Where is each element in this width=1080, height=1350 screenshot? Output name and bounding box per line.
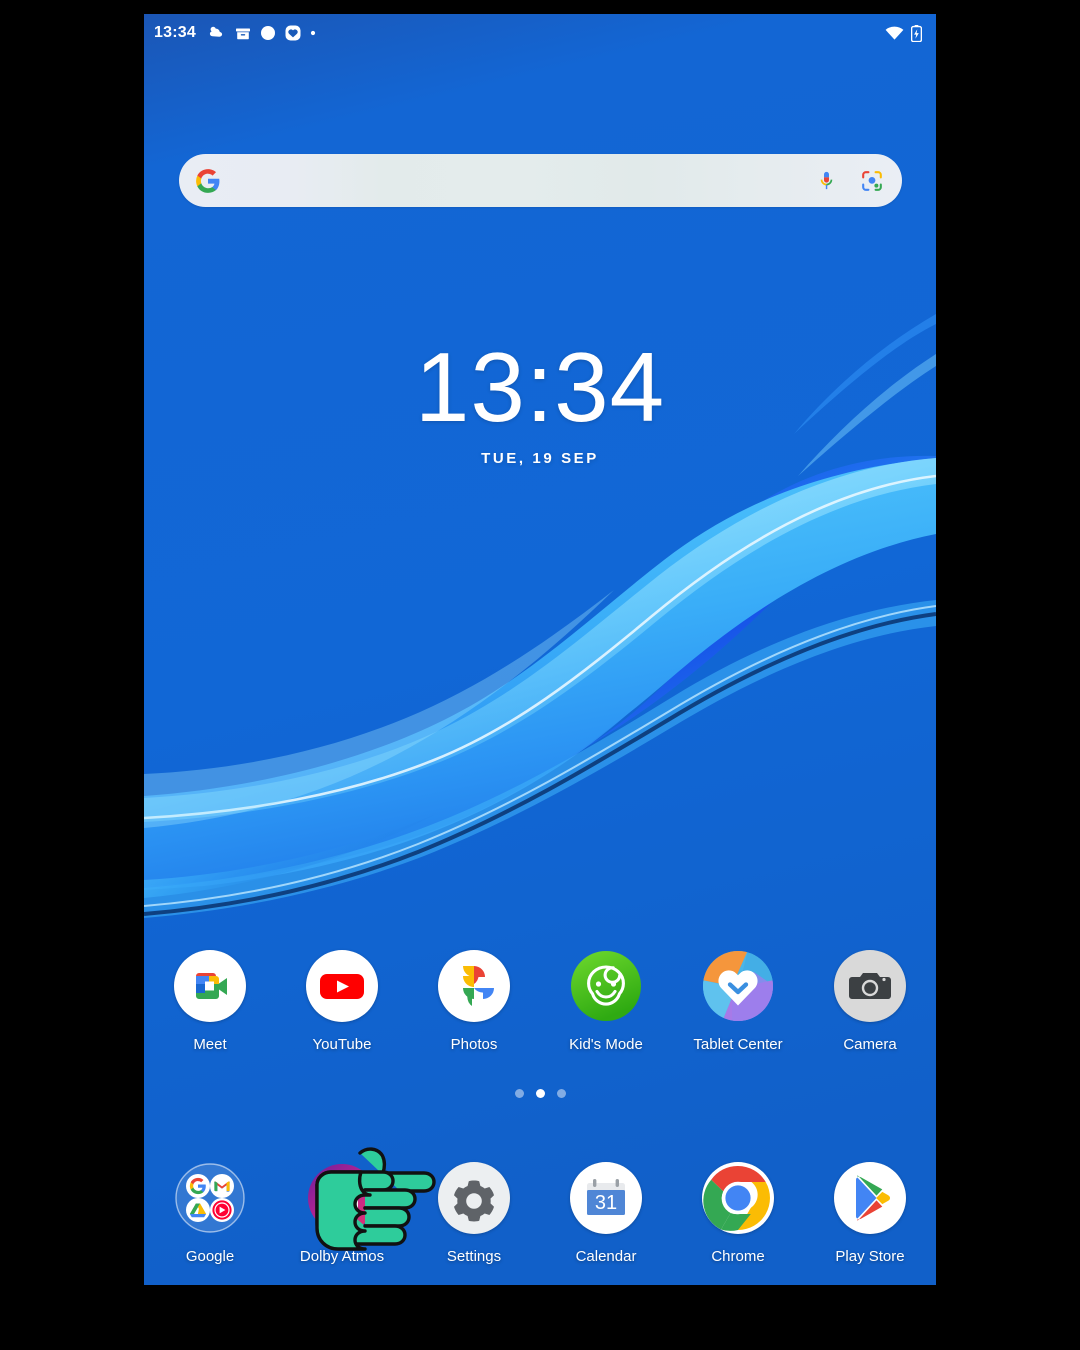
home-app-row: Meet YouTube Photos Kid's Mode Tablet Ce… bbox=[144, 950, 936, 1053]
archive-box-icon bbox=[235, 28, 250, 39]
camera-icon bbox=[834, 950, 906, 1022]
dolby-atmos-icon bbox=[306, 1162, 378, 1234]
app-label: Kid's Mode bbox=[569, 1036, 643, 1053]
app-icon-meet[interactable]: Meet bbox=[144, 950, 276, 1053]
wifi-icon bbox=[885, 26, 904, 40]
app-icon-youtube[interactable]: YouTube bbox=[276, 950, 408, 1053]
circle-notification-icon bbox=[260, 26, 275, 40]
battery-charging-icon bbox=[911, 24, 922, 42]
google-g-icon bbox=[196, 168, 220, 193]
google-search-bar[interactable] bbox=[179, 154, 902, 207]
app-label: Play Store bbox=[835, 1248, 905, 1265]
search-input[interactable] bbox=[221, 154, 815, 207]
clock-widget[interactable]: 13:34 TUE, 19 SEP bbox=[144, 338, 936, 467]
page-dot-3[interactable] bbox=[556, 1089, 566, 1098]
app-icon-dolby-atmos[interactable]: Dolby Atmos bbox=[276, 1162, 408, 1265]
app-icon-tablet-center[interactable]: Tablet Center bbox=[672, 950, 804, 1053]
app-label: Settings bbox=[446, 1248, 502, 1265]
settings-gear-icon bbox=[438, 1162, 510, 1234]
microphone-icon[interactable] bbox=[815, 169, 838, 192]
clock-widget-date: TUE, 19 SEP bbox=[481, 450, 599, 467]
google-photos-icon bbox=[438, 950, 510, 1022]
status-bar-clock: 13:34 bbox=[154, 24, 196, 41]
app-icon-chrome[interactable]: Chrome bbox=[672, 1162, 804, 1265]
page-indicator[interactable] bbox=[144, 1089, 936, 1098]
dock-app-row: Google Dolby Atmos Settings 31 Calendar … bbox=[144, 1162, 936, 1265]
more-notifications-dot-icon bbox=[310, 30, 316, 36]
status-bar-system-icons bbox=[885, 24, 922, 42]
tablet-home-screen: 13:34 13:34 TUE, 19 SEP Meet YouTube Pho… bbox=[144, 14, 936, 1285]
calendar-day-number: 31 bbox=[595, 1192, 617, 1214]
app-icon-play-store[interactable]: Play Store bbox=[804, 1162, 936, 1265]
app-label: Calendar bbox=[575, 1248, 637, 1265]
status-bar-notification-icons bbox=[208, 25, 316, 41]
app-label: Meet bbox=[193, 1036, 227, 1053]
clock-widget-time: 13:34 bbox=[414, 332, 666, 442]
google-chrome-icon bbox=[702, 1162, 774, 1234]
google-lens-icon[interactable] bbox=[860, 169, 884, 193]
app-icon-settings[interactable]: Settings bbox=[408, 1162, 540, 1265]
status-bar: 13:34 bbox=[144, 14, 936, 52]
page-dot-2-active[interactable] bbox=[535, 1089, 545, 1098]
app-icon-kids-mode[interactable]: Kid's Mode bbox=[540, 950, 672, 1053]
app-icon-camera[interactable]: Camera bbox=[804, 950, 936, 1053]
google-calendar-icon: 31 bbox=[570, 1162, 642, 1234]
app-label: Dolby Atmos bbox=[299, 1248, 385, 1265]
app-icon-google-folder[interactable]: Google bbox=[144, 1162, 276, 1265]
youtube-icon bbox=[306, 950, 378, 1022]
app-label: Photos bbox=[450, 1036, 498, 1053]
kids-mode-icon bbox=[570, 950, 642, 1022]
app-label: Chrome bbox=[711, 1248, 765, 1265]
app-icon-calendar[interactable]: 31 Calendar bbox=[540, 1162, 672, 1265]
tablet-center-icon bbox=[702, 950, 774, 1022]
google-folder-icon bbox=[174, 1162, 246, 1234]
weather-partly-cloudy-icon bbox=[209, 26, 223, 37]
app-label: Camera bbox=[843, 1036, 897, 1053]
app-icon-photos[interactable]: Photos bbox=[408, 950, 540, 1053]
app-label: YouTube bbox=[312, 1036, 372, 1053]
google-meet-icon bbox=[174, 950, 246, 1022]
page-dot-1[interactable] bbox=[514, 1089, 524, 1098]
app-label: Tablet Center bbox=[693, 1036, 783, 1053]
app-label: Google bbox=[185, 1248, 235, 1265]
heart-app-notification-icon bbox=[285, 25, 301, 41]
google-play-store-icon bbox=[834, 1162, 906, 1234]
